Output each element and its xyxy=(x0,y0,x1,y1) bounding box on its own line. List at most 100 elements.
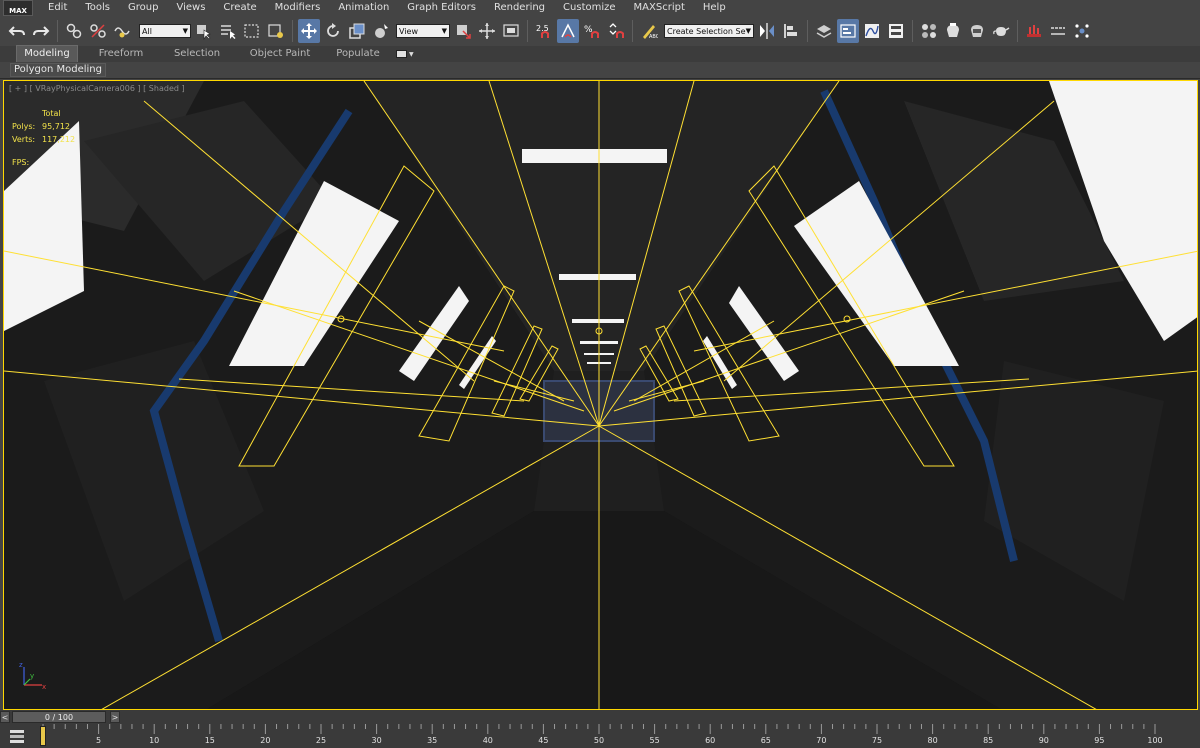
undo-icon xyxy=(8,26,25,36)
angle-snap-icon xyxy=(561,23,575,38)
render-production-button[interactable] xyxy=(990,19,1012,43)
render-teapot-icon xyxy=(993,27,1010,36)
edit-named-selection-sets-button[interactable]: ABC xyxy=(638,19,660,43)
vray-dots-icon xyxy=(1075,24,1089,38)
schematic-view-button[interactable] xyxy=(885,19,907,43)
layers-icon xyxy=(816,25,832,38)
spinner-snap-icon xyxy=(609,23,624,38)
ribbon-options-button[interactable]: ▼ xyxy=(396,50,414,58)
axis-y-label: y xyxy=(30,672,34,680)
max-application-button[interactable]: MAX xyxy=(3,0,33,16)
camera-viewport[interactable]: [ + ] [ VRayPhysicalCamera006 ] [ Shaded… xyxy=(3,80,1198,710)
select-and-manipulate-button[interactable] xyxy=(476,19,498,43)
redo-icon xyxy=(33,26,50,36)
render-setup-icon xyxy=(947,23,959,37)
unlink-icon xyxy=(90,24,106,38)
angle-snap-toggle-button[interactable] xyxy=(557,19,579,43)
rectangular-selection-region-button[interactable] xyxy=(241,19,263,43)
menu-maxscript[interactable]: MAXScript xyxy=(625,0,694,16)
menu-rendering[interactable]: Rendering xyxy=(485,0,554,16)
track-bar[interactable]: 5 10 15 20 25 30 35 40 45 50 55 60 65 70 75 80 85 90 95 100 xyxy=(0,724,1200,748)
select-and-scale-button[interactable] xyxy=(346,19,368,43)
polygon-modeling-panel-label[interactable]: Polygon Modeling xyxy=(10,63,106,77)
toolbar-separator xyxy=(807,20,808,42)
vray-frame-buffer-icon xyxy=(1027,25,1041,37)
chevron-down-icon: ▼ xyxy=(409,50,414,58)
rendered-frame-window-button[interactable] xyxy=(966,19,988,43)
tab-freeform[interactable]: Freeform xyxy=(88,46,154,62)
keyboard-shortcut-override-button[interactable] xyxy=(500,19,522,43)
time-slider-previous-button[interactable]: < xyxy=(0,711,10,723)
ceiling-light xyxy=(522,149,667,163)
scale-icon xyxy=(349,23,365,39)
spinner-snap-toggle-button[interactable] xyxy=(605,19,627,43)
select-by-name-button[interactable] xyxy=(217,19,239,43)
toggle-scene-explorer-button[interactable] xyxy=(837,19,859,43)
scene-explorer-icon xyxy=(840,24,856,38)
menu-animation[interactable]: Animation xyxy=(329,0,398,16)
percent-snap-toggle-button[interactable]: % xyxy=(581,19,603,43)
mirror-button[interactable] xyxy=(756,19,778,43)
window-crossing-button[interactable] xyxy=(265,19,287,43)
menu-customize[interactable]: Customize xyxy=(554,0,625,16)
viewport-label[interactable]: [ + ] [ VRayPhysicalCamera006 ] [ Shaded… xyxy=(9,84,185,93)
stats-polys-value: 95,712 xyxy=(42,122,70,131)
menu-bar: MAX Edit Tools Group Views Create Modifi… xyxy=(0,0,1200,16)
menu-tools[interactable]: Tools xyxy=(76,0,119,16)
bind-space-warp-button[interactable] xyxy=(111,19,133,43)
time-slider: < 0 / 100 > xyxy=(0,710,1200,724)
unlink-selection-button[interactable] xyxy=(87,19,109,43)
align-button[interactable] xyxy=(780,19,802,43)
select-and-rotate-button[interactable] xyxy=(322,19,344,43)
stats-verts-label: Verts: xyxy=(12,135,36,144)
reference-coordinate-dropdown[interactable]: View ▼ xyxy=(396,24,450,38)
frame-tick-label: 25 xyxy=(315,736,327,745)
menu-modifiers[interactable]: Modifiers xyxy=(266,0,330,16)
curve-editor-button[interactable] xyxy=(861,19,883,43)
tab-populate[interactable]: Populate xyxy=(328,46,388,62)
current-frame-marker[interactable] xyxy=(40,726,46,746)
window-crossing-icon xyxy=(268,24,283,38)
redo-button[interactable] xyxy=(30,19,52,43)
render-setup-button[interactable] xyxy=(942,19,964,43)
toggle-layer-explorer-button[interactable] xyxy=(813,19,835,43)
select-and-link-button[interactable] xyxy=(63,19,85,43)
frame-tick-label: 85 xyxy=(983,736,994,745)
toolbar-separator xyxy=(292,20,293,42)
ceiling-light xyxy=(572,319,624,323)
selection-filter-dropdown[interactable]: All ▼ xyxy=(139,24,191,38)
menu-create[interactable]: Create xyxy=(214,0,265,16)
undo-button[interactable] xyxy=(6,19,28,43)
tab-object-paint[interactable]: Object Paint xyxy=(240,46,320,62)
ribbon-tabs: Modeling Freeform Selection Object Paint… xyxy=(0,45,1200,63)
use-pivot-point-center-button[interactable] xyxy=(452,19,474,43)
vray-frame-buffer-button[interactable] xyxy=(1023,19,1045,43)
tab-modeling[interactable]: Modeling xyxy=(16,45,78,63)
vray-toolbar-button[interactable] xyxy=(1047,19,1069,43)
named-selection-sets-dropdown[interactable]: Create Selection Se ▼ xyxy=(664,24,754,38)
menu-views[interactable]: Views xyxy=(167,0,214,16)
chevron-down-icon: ▼ xyxy=(182,27,188,35)
snaps-toggle-button[interactable]: 2.5 xyxy=(533,19,555,43)
select-and-move-button[interactable] xyxy=(298,19,320,43)
menu-group[interactable]: Group xyxy=(119,0,167,16)
frame-tick-label: 50 xyxy=(593,736,605,745)
chevron-down-icon: ▼ xyxy=(441,27,447,35)
select-object-button[interactable] xyxy=(193,19,215,43)
menu-graph-editors[interactable]: Graph Editors xyxy=(398,0,485,16)
tab-selection[interactable]: Selection xyxy=(164,46,230,62)
material-editor-button[interactable] xyxy=(918,19,940,43)
menu-edit[interactable]: Edit xyxy=(39,0,76,16)
ribbon-panel: Polygon Modeling xyxy=(0,62,1200,79)
select-and-place-button[interactable] xyxy=(370,19,392,43)
menu-help[interactable]: Help xyxy=(694,0,735,16)
svg-text:ABC: ABC xyxy=(649,34,658,40)
vray-light-lister-button[interactable] xyxy=(1071,19,1093,43)
toolbar-separator xyxy=(632,20,633,42)
time-slider-next-button[interactable]: > xyxy=(110,711,120,723)
rotate-icon xyxy=(327,23,339,37)
time-slider-thumb[interactable]: 0 / 100 xyxy=(12,711,106,723)
move-icon xyxy=(301,23,317,39)
frame-tick-label: 5 xyxy=(96,736,102,745)
time-slider-track[interactable] xyxy=(120,711,1108,723)
